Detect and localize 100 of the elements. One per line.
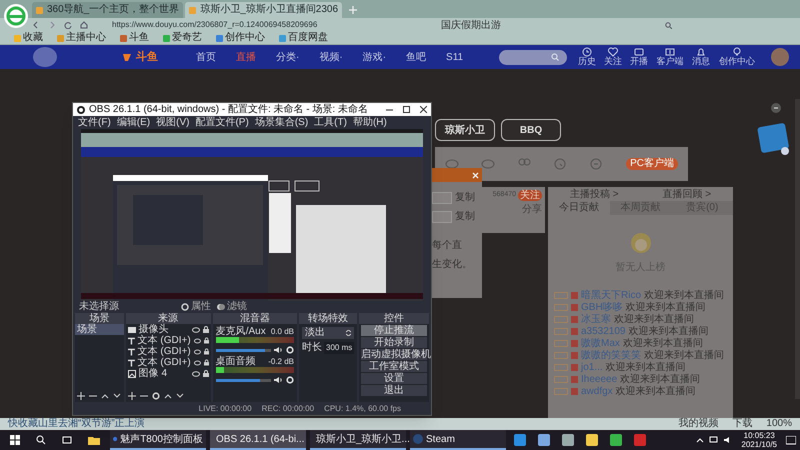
site-search-field[interactable] xyxy=(499,50,568,64)
menu-item[interactable]: 场景集合(S) xyxy=(252,116,312,128)
control-button[interactable]: 设置 xyxy=(361,373,427,384)
clock[interactable]: 10:05:23 2021/10/5 xyxy=(737,431,781,449)
category-button[interactable]: BBQ xyxy=(501,119,561,141)
taskbar-app[interactable]: 魅声T800控制面板 xyxy=(110,430,206,450)
browser-tab[interactable]: 琼斯小卫_琼斯小卫直播间2306 xyxy=(185,2,342,18)
chat-text: 欢迎来到本直播间 xyxy=(644,288,724,302)
chat-text: 欢迎来到本直播间 xyxy=(614,312,694,326)
pc-client-button[interactable]: PC客户端 xyxy=(626,158,678,170)
lock-icon[interactable] xyxy=(202,370,209,377)
search-field[interactable]: 国庆假期出游 xyxy=(437,20,547,30)
network-icon[interactable] xyxy=(709,436,718,444)
menu-item[interactable]: 文件(F) xyxy=(75,116,114,128)
bookmark[interactable]: 斗鱼 xyxy=(120,32,149,44)
lock-icon[interactable] xyxy=(204,337,209,344)
bookmark[interactable]: 创作中心 xyxy=(216,32,265,44)
minimize-icon[interactable] xyxy=(771,103,781,113)
nav-link[interactable]: 分类· xyxy=(276,50,300,64)
browser-tab[interactable]: 360导航_一个主页，整个世界 xyxy=(32,2,184,18)
control-button[interactable]: 停止推流 xyxy=(361,325,427,336)
lock-icon[interactable] xyxy=(204,359,209,366)
move-up-icon[interactable] xyxy=(164,392,172,400)
menu-item[interactable]: 编辑(E) xyxy=(114,116,154,128)
duration-label: 时长 xyxy=(302,342,322,354)
source-tool-button[interactable]: 滤镜 xyxy=(217,301,247,313)
bookmark-icon xyxy=(163,34,170,42)
site-logo[interactable]: 斗鱼 xyxy=(136,48,158,66)
add-icon[interactable] xyxy=(128,392,136,400)
menu-item[interactable]: 视图(V) xyxy=(153,116,192,128)
follow-button[interactable]: 关注 xyxy=(518,190,542,201)
menu-item[interactable]: 工具(T) xyxy=(311,116,350,128)
nav-link[interactable]: 视频· xyxy=(319,50,343,64)
control-button[interactable]: 开始录制 xyxy=(361,337,427,348)
move-down-icon[interactable] xyxy=(176,392,184,400)
notification-icon[interactable] xyxy=(786,436,796,444)
bookmark[interactable]: 主播中心 xyxy=(57,32,106,44)
menu-item[interactable]: 配置文件(P) xyxy=(192,116,252,128)
fish-logo-icon[interactable] xyxy=(122,52,132,62)
lock-icon[interactable] xyxy=(204,348,209,355)
gear-icon[interactable] xyxy=(286,346,294,354)
speaker-icon[interactable] xyxy=(274,376,283,384)
control-button[interactable]: 工作室模式 xyxy=(361,361,427,372)
input-field[interactable] xyxy=(432,210,452,222)
category-button[interactable]: 琼斯小卫 xyxy=(435,119,495,141)
source-item[interactable]: 图像 4 xyxy=(126,368,211,379)
nav-link[interactable]: 鱼吧 xyxy=(406,50,426,64)
gear-icon[interactable] xyxy=(286,376,294,384)
transition-select[interactable]: 淡出 xyxy=(302,327,354,339)
source-tool-button[interactable]: 属性 xyxy=(181,301,211,313)
bookmark[interactable]: 爱奇艺 xyxy=(163,32,202,44)
task-view-icon[interactable] xyxy=(62,435,72,445)
bookmark[interactable]: 百度网盘 xyxy=(279,32,328,44)
move-down-icon[interactable] xyxy=(113,392,121,400)
duration-field[interactable]: 300 ms xyxy=(324,342,354,354)
chat-text: 欢迎来到本直播间 xyxy=(628,324,708,338)
header-link[interactable]: 创作中心 xyxy=(717,47,758,67)
selected-source-label: 未选择源 xyxy=(79,301,120,312)
lock-icon[interactable] xyxy=(202,326,209,333)
source-item[interactable]: 文本 (GDI+) xyxy=(126,346,211,357)
reload-icon[interactable] xyxy=(64,21,72,29)
header-link[interactable]: 历史 xyxy=(577,47,598,67)
taskbar-app[interactable]: OBS 26.1.1 (64-bi... xyxy=(210,430,306,450)
status-item[interactable]: 我的视频 xyxy=(678,418,718,430)
bookmark[interactable]: 收藏 xyxy=(14,32,43,44)
control-button[interactable]: 退出 xyxy=(361,385,427,396)
status-indicator: CPU: 1.4%, 60.00 fps xyxy=(324,403,401,415)
menu-item[interactable]: 帮助(H) xyxy=(350,116,390,128)
status-item[interactable]: 下载 xyxy=(732,418,752,430)
nav-link[interactable]: 游戏· xyxy=(362,50,386,64)
nav-link[interactable]: 首页 xyxy=(196,50,216,64)
speaker-icon[interactable] xyxy=(274,346,283,354)
header-link[interactable]: 消息 xyxy=(691,47,712,67)
gear-icon[interactable] xyxy=(152,392,160,400)
header-link[interactable]: 关注 xyxy=(603,47,624,67)
home-icon[interactable] xyxy=(80,21,88,29)
header-link[interactable]: 开播 xyxy=(629,47,650,67)
add-icon[interactable] xyxy=(77,392,85,400)
volume-slider[interactable] xyxy=(216,378,271,382)
input-field[interactable] xyxy=(432,192,452,204)
status-item[interactable]: 100% xyxy=(766,418,792,430)
windows-logo-icon[interactable] xyxy=(10,435,20,445)
search-icon[interactable] xyxy=(36,435,46,445)
chevron-up-icon[interactable] xyxy=(696,437,704,443)
scene-item[interactable]: 场景 xyxy=(75,324,124,335)
avatar[interactable] xyxy=(771,48,790,66)
move-up-icon[interactable] xyxy=(101,392,109,400)
source-item[interactable]: 文本 (GDI+) xyxy=(126,335,211,346)
source-item[interactable]: 文本 (GDI+) xyxy=(126,357,211,368)
close-icon[interactable] xyxy=(420,106,427,113)
folder-icon[interactable] xyxy=(88,435,100,445)
maximize-icon[interactable] xyxy=(403,106,410,113)
taskbar-app[interactable]: Steam xyxy=(410,430,506,450)
back-icon[interactable] xyxy=(32,21,40,29)
address-field[interactable]: https://www.douyu.com/2306807_r=0.1240069458209696 xyxy=(112,19,412,31)
source-item[interactable]: 摄像头 xyxy=(126,324,211,335)
gear-icon xyxy=(181,303,189,311)
nav-link[interactable]: S11 xyxy=(446,50,464,64)
status-text[interactable]: 快收藏山里去湘“双节游”正上演 xyxy=(8,418,145,430)
header-link[interactable]: 客户端 xyxy=(655,47,686,67)
